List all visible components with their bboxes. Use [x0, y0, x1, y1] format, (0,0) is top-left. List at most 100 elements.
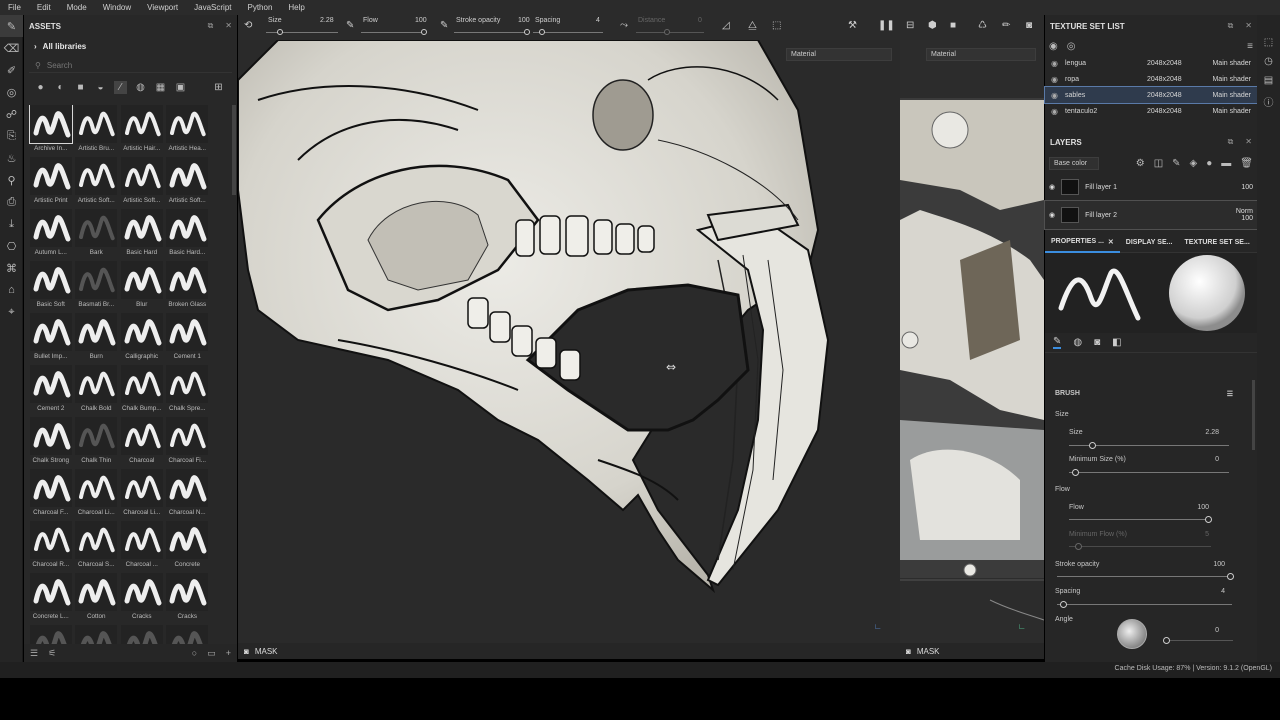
brush-item[interactable]: Cotton — [74, 573, 120, 625]
projection-tool-icon[interactable]: ✐ — [0, 59, 23, 81]
stroke-opacity-value[interactable]: 100 — [518, 17, 530, 24]
prop-opacity-slider[interactable] — [1057, 573, 1234, 580]
menu-python[interactable]: Python — [240, 3, 281, 12]
brush-item[interactable]: Basmati Br... — [74, 261, 120, 313]
material-select-2d[interactable]: Material — [926, 48, 1036, 61]
menu-javascript[interactable]: JavaScript — [186, 3, 239, 12]
texture-set-row[interactable]: ◉ lengua 2048x2048 Main shader — [1045, 55, 1257, 71]
texture-set-shader[interactable]: Main shader — [1203, 92, 1251, 99]
mask-toggle-icon[interactable]: ◙ — [244, 647, 249, 656]
layer-visibility-icon[interactable]: ◉ — [1049, 211, 1055, 219]
close-icon[interactable]: ✕ — [1245, 21, 1252, 31]
brush-item[interactable]: Chalk Bold — [74, 365, 120, 417]
flow-slider-knob[interactable] — [421, 29, 427, 35]
angle-slider[interactable] — [1163, 637, 1233, 644]
symmetry-icon[interactable]: ⟲ — [244, 20, 252, 31]
brush-section-icon[interactable]: ✎ — [1053, 336, 1062, 349]
folder-icon[interactable]: ▭ — [207, 648, 216, 659]
history-icon[interactable]: ◷ — [1264, 56, 1273, 67]
layer-blend-mode[interactable]: Norm — [1236, 208, 1253, 215]
pause-icon[interactable]: ❚❚ — [878, 20, 895, 31]
filter-smart-materials-icon[interactable]: ◐ — [54, 81, 67, 94]
flow-value[interactable]: 100 — [415, 17, 427, 24]
brush-item[interactable]: Charcoal Fi... — [165, 417, 211, 469]
brush-item[interactable]: Artistic Bru... — [74, 105, 120, 157]
flow-pressure-icon[interactable]: ✎ — [440, 20, 448, 31]
close-icon[interactable]: ✕ — [225, 21, 232, 31]
menu-mode[interactable]: Mode — [59, 3, 95, 12]
size-value[interactable]: 2.28 — [320, 17, 334, 24]
brush-item[interactable]: Artistic Print — [28, 157, 74, 209]
brush-item[interactable]: Chalk Thin — [74, 417, 120, 469]
spacing-slider-knob[interactable] — [539, 29, 545, 35]
properties-scrollbar[interactable] — [1252, 380, 1255, 450]
visibility-eye-icon[interactable]: ◉ — [1051, 107, 1065, 116]
camera-icon[interactable]: ■ — [950, 20, 956, 31]
brush-item[interactable]: Blur — [119, 261, 165, 313]
flow-slider[interactable] — [361, 32, 425, 33]
brush-item[interactable]: Cement 2 — [28, 365, 74, 417]
filter-masks-icon[interactable]: ■ — [74, 81, 87, 94]
brush-item[interactable]: Broken Glass — [165, 261, 211, 313]
brush-item[interactable]: Basic Hard... — [165, 209, 211, 261]
eraser-tool-icon[interactable]: ⌫ — [0, 37, 23, 59]
brush-item[interactable]: Archive In... — [28, 105, 74, 157]
layer-row[interactable]: ◉ Fill layer 1 100 — [1045, 173, 1257, 201]
texture-set-row[interactable]: ◉ tentaculo2 2048x2048 Main shader — [1045, 103, 1257, 119]
brush-item[interactable]: Burn — [74, 313, 120, 365]
brush-item[interactable]: Calligraphic — [119, 313, 165, 365]
list-view-icon[interactable]: ☰ — [30, 648, 38, 659]
line-mode-icon[interactable]: ◿ — [722, 20, 730, 31]
assets-scrollbar[interactable] — [232, 105, 236, 195]
camera-tool-icon[interactable]: ⌖ — [0, 301, 23, 323]
brush-menu-icon[interactable]: ☰ — [1227, 390, 1233, 398]
brush-item[interactable]: Charcoal — [119, 417, 165, 469]
size-slider-knob[interactable] — [277, 29, 283, 35]
brush-item[interactable]: Charcoal S... — [74, 521, 120, 573]
filter-particles-icon[interactable]: ◍ — [134, 81, 147, 94]
log-icon[interactable]: ▤ — [1264, 75, 1273, 86]
tool-settings-icon[interactable]: ⚒ — [848, 20, 857, 31]
texture-set-shader[interactable]: Main shader — [1203, 108, 1251, 115]
smudge-tool-icon[interactable]: ☍ — [0, 103, 23, 125]
brush-item[interactable]: Cement 1 — [165, 313, 211, 365]
menu-viewport[interactable]: Viewport — [139, 3, 186, 12]
prop-size-knob[interactable] — [1089, 442, 1096, 449]
picker-tool-icon[interactable]: ⚲ — [0, 169, 23, 191]
pen-pressure-icon[interactable]: ✎ — [346, 20, 354, 31]
properties-tab[interactable]: DISPLAY SE... — [1120, 233, 1179, 253]
layer-row[interactable]: ◉ Fill layer 2 Norm 100 — [1044, 200, 1258, 230]
add-mask-icon[interactable]: ◫ — [1154, 158, 1163, 169]
cube-icon[interactable]: ⬢ — [928, 20, 937, 31]
stencil-section-icon[interactable]: ◙ — [1094, 337, 1100, 348]
material-section-icon[interactable]: ◧ — [1112, 337, 1121, 348]
brush-item[interactable]: Cracks — [119, 573, 165, 625]
add-folder-icon[interactable]: ▬ — [1221, 158, 1231, 169]
filter-icon[interactable]: ⚟ — [48, 648, 56, 659]
history-tool-icon[interactable]: ⎔ — [0, 235, 23, 257]
brush-item[interactable]: Artistic Soft... — [165, 157, 211, 209]
brush-item[interactable]: Bark — [74, 209, 120, 261]
menu-icon[interactable]: ≡ — [1247, 41, 1253, 52]
layer-opacity[interactable]: 100 — [1241, 184, 1253, 191]
brush-item[interactable]: Cracks — [165, 573, 211, 625]
visibility-eye-icon[interactable]: ◉ — [1051, 91, 1065, 100]
brush-item[interactable]: Artistic Soft... — [74, 157, 120, 209]
brush-item[interactable]: Bullet Imp... — [28, 313, 74, 365]
brush-item[interactable]: Chalk Strong — [28, 417, 74, 469]
texture-set-row[interactable]: ◉ ropa 2048x2048 Main shader — [1045, 71, 1257, 87]
menu-help[interactable]: Help — [280, 3, 312, 12]
search-input[interactable]: Search — [47, 61, 72, 70]
bake-tool-icon[interactable]: ⎙ — [0, 191, 23, 213]
paint-brush-tool-icon[interactable]: ✎ — [0, 15, 23, 37]
prop-min-size-knob[interactable] — [1072, 469, 1079, 476]
clone-tool-icon[interactable]: ⎘ — [0, 125, 23, 147]
layer-opacity[interactable]: 100 — [1241, 215, 1253, 222]
filter-materials-icon[interactable]: ● — [34, 81, 47, 94]
undock-icon[interactable]: ⧉ — [208, 21, 214, 31]
menu-edit[interactable]: Edit — [29, 3, 59, 12]
alpha-section-icon[interactable]: ◍ — [1073, 337, 1082, 348]
fill-tool-icon[interactable]: ♨ — [0, 147, 23, 169]
visibility-eye-icon[interactable]: ◉ — [1051, 75, 1065, 84]
view-grid-icon[interactable]: ⊞ — [212, 81, 225, 94]
